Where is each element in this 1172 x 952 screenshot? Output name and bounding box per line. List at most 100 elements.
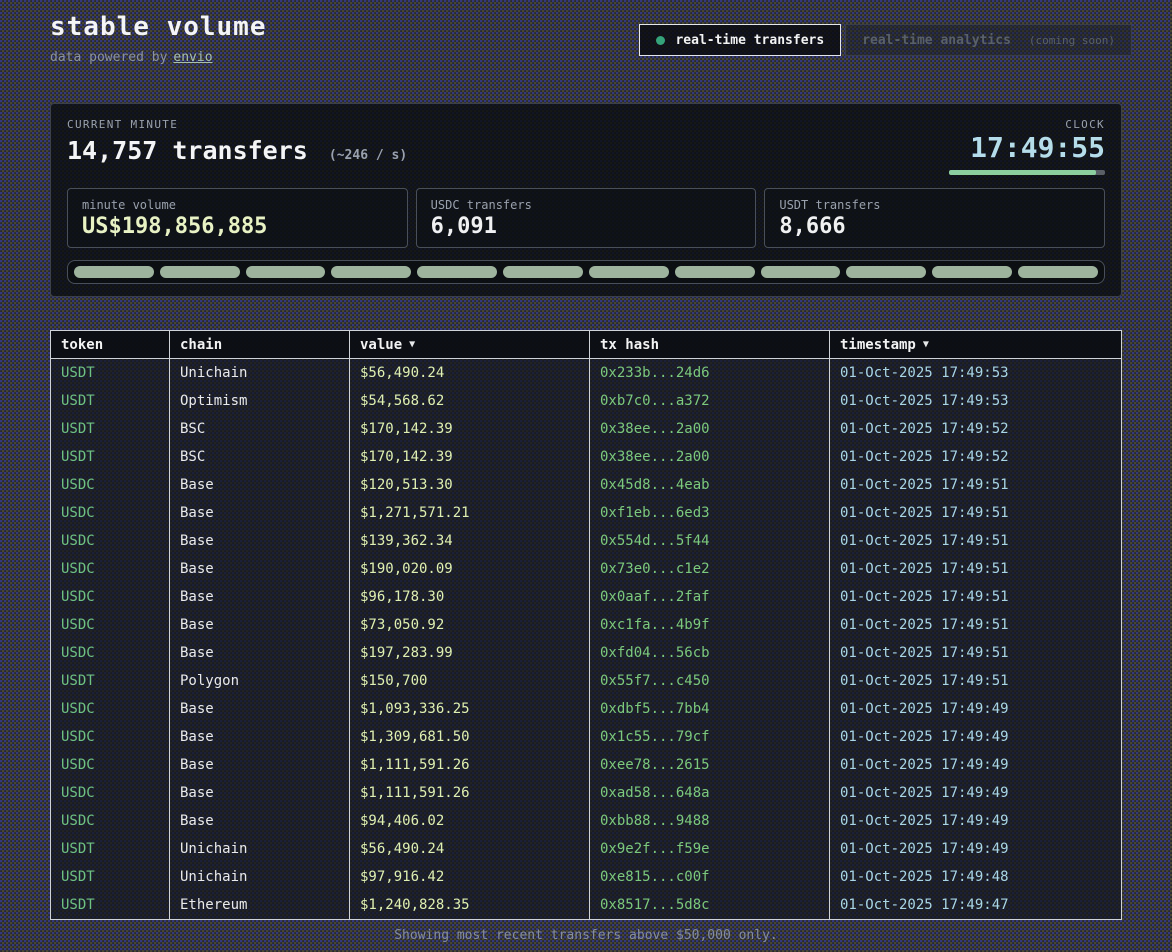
tab-label: real-time analytics [862,33,1011,48]
minute-progress-bar [949,170,1105,175]
token-cell: USDT [51,443,170,471]
envio-link[interactable]: envio [173,50,212,65]
column-label: value [360,337,402,353]
tx-hash-link[interactable]: 0xdbf5...7bb4 [590,695,830,723]
tx-hash-link[interactable]: 0x8517...5d8c [590,891,830,919]
value-cell: $190,020.09 [350,555,590,583]
footer-note: Showing most recent transfers above $50,… [0,928,1172,943]
volume-segments [67,260,1105,284]
token-cell: USDC [51,611,170,639]
chain-cell: Base [170,807,350,835]
tx-hash-link[interactable]: 0x554d...5f44 [590,527,830,555]
stat-label: USDT transfers [779,198,1090,212]
live-dot-icon [656,36,665,45]
tx-hash-link[interactable]: 0xad58...648a [590,779,830,807]
chain-cell: Base [170,779,350,807]
chain-cell: Polygon [170,667,350,695]
tx-hash-link[interactable]: 0x45d8...4eab [590,471,830,499]
column-label: chain [180,337,222,353]
volume-segment [846,266,926,278]
timestamp-cell: 01-Oct-2025 17:49:53 [830,359,1121,387]
transfers-table-body: USDTUnichain$56,490.240x233b...24d601-Oc… [51,359,1121,919]
chain-cell: Base [170,527,350,555]
timestamp-cell: 01-Oct-2025 17:49:51 [830,583,1121,611]
token-cell: USDC [51,471,170,499]
table-row: USDTOptimism$54,568.620xb7c0...a37201-Oc… [51,387,1121,415]
value-cell: $1,240,828.35 [350,891,590,919]
value-cell: $96,178.30 [350,583,590,611]
stat-value: 6,091 [431,214,742,239]
tx-hash-link[interactable]: 0x233b...24d6 [590,359,830,387]
table-row: USDTBSC$170,142.390x38ee...2a0001-Oct-20… [51,415,1121,443]
brand: stable volume data powered byenvio [50,12,267,65]
column-label: tx hash [600,337,659,353]
column-label: timestamp [840,337,916,353]
tx-hash-link[interactable]: 0xc1fa...4b9f [590,611,830,639]
token-cell: USDC [51,779,170,807]
token-cell: USDC [51,639,170,667]
column-header-chain: chain [170,331,350,358]
chain-cell: Base [170,555,350,583]
timestamp-cell: 01-Oct-2025 17:49:51 [830,639,1121,667]
token-cell: USDC [51,555,170,583]
table-row: USDCBase$96,178.300x0aaf...2faf01-Oct-20… [51,583,1121,611]
token-cell: USDC [51,583,170,611]
transfers-rate: (~246 / s) [329,148,407,163]
transfers-count: 14,757 [67,136,157,165]
timestamp-cell: 01-Oct-2025 17:49:51 [830,499,1121,527]
volume-segment [589,266,669,278]
chain-cell: Ethereum [170,891,350,919]
column-header-value[interactable]: value▼ [350,331,590,358]
chain-cell: Base [170,695,350,723]
tx-hash-link[interactable]: 0x1c55...79cf [590,723,830,751]
timestamp-cell: 01-Oct-2025 17:49:53 [830,387,1121,415]
transfers-table: tokenchainvalue▼tx hashtimestamp▼ USDTUn… [50,330,1122,920]
timestamp-cell: 01-Oct-2025 17:49:47 [830,891,1121,919]
chain-cell: Base [170,583,350,611]
table-row: USDCBase$139,362.340x554d...5f4401-Oct-2… [51,527,1121,555]
timestamp-cell: 01-Oct-2025 17:49:51 [830,471,1121,499]
token-cell: USDT [51,667,170,695]
coming-soon-label: (coming soon) [1029,34,1115,47]
clock-label: CLOCK [949,118,1105,131]
tab-real-time-analytics[interactable]: real-time analytics (coming soon) [845,24,1132,56]
tx-hash-link[interactable]: 0xfd04...56cb [590,639,830,667]
tx-hash-link[interactable]: 0x38ee...2a00 [590,443,830,471]
tab-label: real-time transfers [675,33,824,48]
tx-hash-link[interactable]: 0x38ee...2a00 [590,415,830,443]
tx-hash-link[interactable]: 0x0aaf...2faf [590,583,830,611]
tx-hash-link[interactable]: 0x9e2f...f59e [590,835,830,863]
timestamp-cell: 01-Oct-2025 17:49:49 [830,835,1121,863]
token-cell: USDC [51,751,170,779]
value-cell: $73,050.92 [350,611,590,639]
tx-hash-link[interactable]: 0x55f7...c450 [590,667,830,695]
token-cell: USDT [51,359,170,387]
table-row: USDCBase$197,283.990xfd04...56cb01-Oct-2… [51,639,1121,667]
column-header-timestamp[interactable]: timestamp▼ [830,331,1121,358]
tab-real-time-transfers[interactable]: real-time transfers [639,24,841,56]
tx-hash-link[interactable]: 0xb7c0...a372 [590,387,830,415]
table-header-row: tokenchainvalue▼tx hashtimestamp▼ [51,331,1121,359]
tx-hash-link[interactable]: 0xe815...c00f [590,863,830,891]
table-row: USDCBase$120,513.300x45d8...4eab01-Oct-2… [51,471,1121,499]
tx-hash-link[interactable]: 0x73e0...c1e2 [590,555,830,583]
value-cell: $1,111,591.26 [350,779,590,807]
tx-hash-link[interactable]: 0xf1eb...6ed3 [590,499,830,527]
powered-by-text: data powered by [50,50,167,65]
tab-bar: real-time transfers real-time analytics … [639,24,1132,56]
timestamp-cell: 01-Oct-2025 17:49:49 [830,751,1121,779]
tx-hash-link[interactable]: 0xbb88...9488 [590,807,830,835]
timestamp-cell: 01-Oct-2025 17:49:51 [830,555,1121,583]
token-cell: USDT [51,891,170,919]
value-cell: $150,700 [350,667,590,695]
chain-cell: Unichain [170,359,350,387]
volume-segment [331,266,411,278]
table-row: USDCBase$73,050.920xc1fa...4b9f01-Oct-20… [51,611,1121,639]
stat-label: minute volume [82,198,393,212]
volume-segment [160,266,240,278]
chain-cell: Base [170,639,350,667]
value-cell: $139,362.34 [350,527,590,555]
chain-cell: Unichain [170,835,350,863]
tx-hash-link[interactable]: 0xee78...2615 [590,751,830,779]
timestamp-cell: 01-Oct-2025 17:49:51 [830,611,1121,639]
